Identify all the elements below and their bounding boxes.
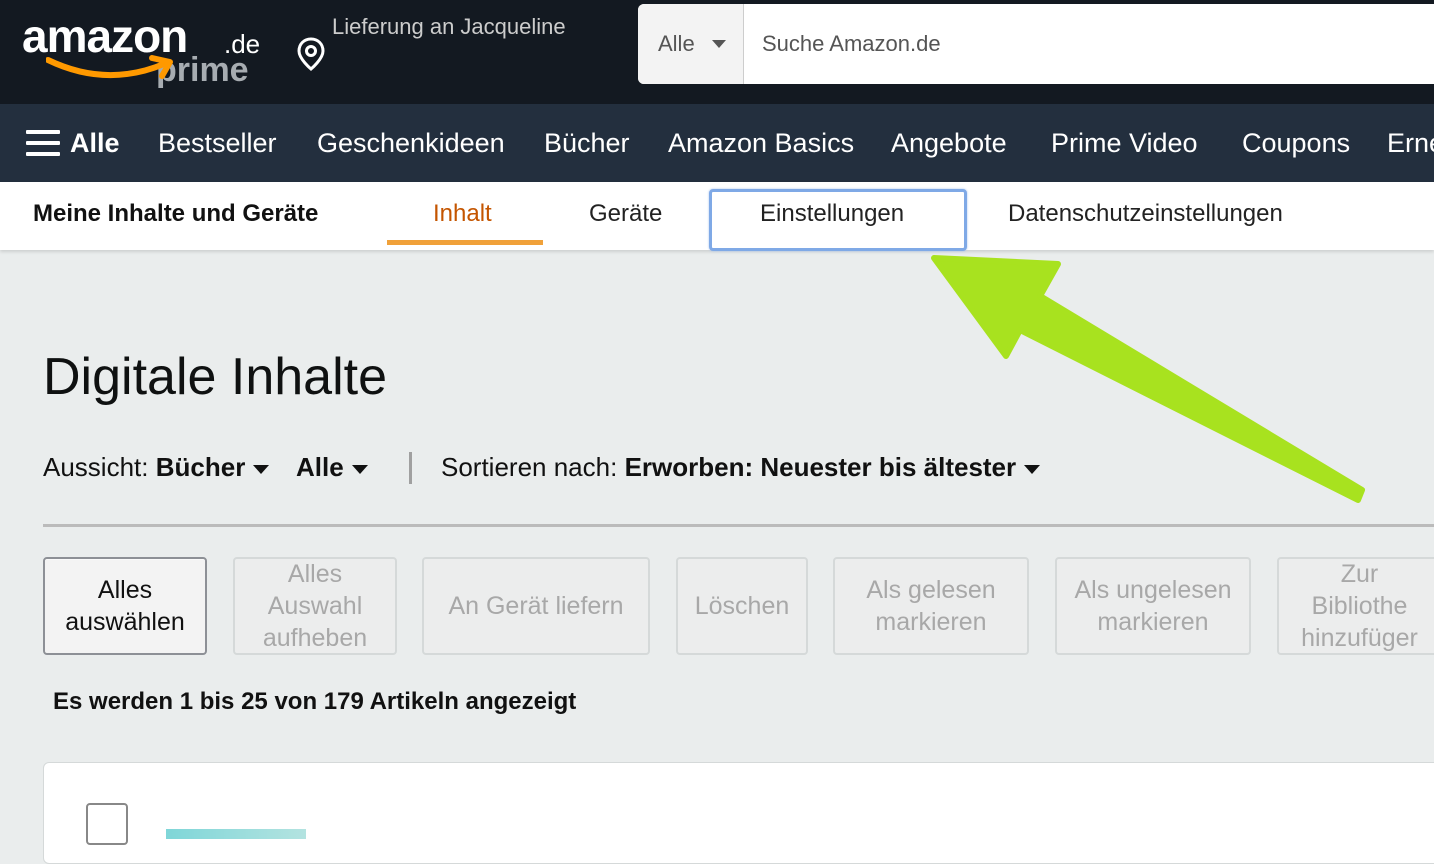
add-to-library-label: Zur Bibliothe hinzufüger <box>1301 560 1418 652</box>
mark-read-label: Als gelesen markieren <box>866 576 996 636</box>
search-department-select[interactable]: Alle <box>638 4 744 84</box>
search-input[interactable] <box>746 4 1434 84</box>
deselect-all-button[interactable]: Alles Auswahl aufheben <box>233 557 397 655</box>
deliver-to-device-label: An Gerät liefern <box>448 592 624 620</box>
view-filter-dropdown[interactable]: Aussicht: Bücher <box>43 452 270 483</box>
view-subfilter-value: Alle <box>296 452 344 482</box>
item-count-text: Es werden 1 bis 25 von 179 Artikeln ange… <box>53 688 577 715</box>
logo-smile-icon <box>46 55 173 79</box>
nav-item-amazon-basics[interactable]: Amazon Basics <box>668 104 854 182</box>
view-filter-label: Aussicht: <box>43 452 149 482</box>
content-devices-subnav: Meine Inhalte und Geräte Inhalt Geräte E… <box>0 182 1434 251</box>
nav-all-label: Alle <box>70 127 120 158</box>
item-checkbox[interactable] <box>86 803 128 845</box>
sort-label: Sortieren nach: <box>441 452 618 482</box>
nav-item-coupons[interactable]: Coupons <box>1242 104 1350 182</box>
view-filter-value: Bücher <box>155 452 246 482</box>
tab-geraete[interactable]: Geräte <box>589 200 662 228</box>
search-bar: Alle <box>638 4 1434 84</box>
tab-datenschutzeinstellungen[interactable]: Datenschutzeinstellungen <box>1008 200 1283 228</box>
tab-inhalt[interactable]: Inhalt <box>433 200 492 228</box>
nav-item-erne[interactable]: Erne <box>1387 104 1434 182</box>
item-cover-thumbnail[interactable] <box>166 829 306 839</box>
nav-item-angebote[interactable]: Angebote <box>891 104 1007 182</box>
sort-value: Erworben: Neuester bis ältester <box>624 452 1017 482</box>
tab-einstellungen[interactable]: Einstellungen <box>760 200 904 228</box>
nav-item-prime-video[interactable]: Prime Video <box>1051 104 1198 182</box>
dropdown-caret-icon <box>351 464 368 474</box>
delete-button[interactable]: Löschen <box>676 557 808 655</box>
hamburger-menu-icon <box>26 130 60 156</box>
main-nav: Alle Bestseller Geschenkideen Bücher Ama… <box>0 104 1434 182</box>
dropdown-caret-icon <box>253 464 270 474</box>
page-title: Digitale Inhalte <box>43 347 387 406</box>
add-to-library-button[interactable]: Zur Bibliothe hinzufüger <box>1277 557 1434 655</box>
subnav-title: Meine Inhalte und Geräte <box>33 200 319 227</box>
dropdown-caret-icon <box>1024 464 1041 474</box>
active-tab-underline <box>387 240 543 245</box>
nav-item-bestseller[interactable]: Bestseller <box>158 104 277 182</box>
view-subfilter-dropdown[interactable]: Alle <box>296 452 368 483</box>
dropdown-caret-icon <box>712 40 726 48</box>
filter-divider-line <box>43 524 1434 527</box>
mark-unread-button[interactable]: Als ungelesen markieren <box>1055 557 1251 655</box>
top-header: amazon .de prime Lieferung an Jacqueline… <box>0 0 1434 104</box>
deselect-all-label: Alles Auswahl aufheben <box>262 560 368 652</box>
select-all-label: Alles auswählen <box>65 576 185 636</box>
amazon-prime-logo[interactable]: amazon .de prime <box>22 8 262 92</box>
nav-all-menu-button[interactable]: Alle <box>26 104 120 182</box>
search-department-label: Alle <box>658 31 695 56</box>
location-pin-icon[interactable] <box>296 36 326 72</box>
select-all-button[interactable]: Alles auswählen <box>43 557 207 655</box>
deliver-to-device-button[interactable]: An Gerät liefern <box>422 557 650 655</box>
sort-dropdown[interactable]: Sortieren nach: Erworben: Neuester bis ä… <box>441 452 1041 483</box>
nav-item-buecher[interactable]: Bücher <box>544 104 630 182</box>
mark-read-button[interactable]: Als gelesen markieren <box>833 557 1029 655</box>
delivery-location[interactable]: Lieferung an Jacqueline <box>332 14 566 40</box>
mark-unread-label: Als ungelesen markieren <box>1074 576 1232 636</box>
filter-divider <box>409 452 412 484</box>
nav-item-geschenkideen[interactable]: Geschenkideen <box>317 104 505 182</box>
delete-label: Löschen <box>694 592 790 620</box>
content-list-item <box>43 762 1434 864</box>
